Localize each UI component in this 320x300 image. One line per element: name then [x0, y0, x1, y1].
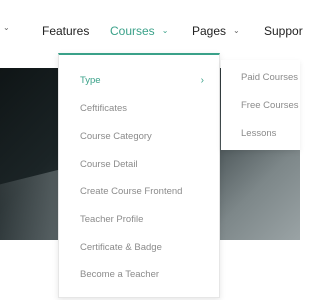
dropdown-item-certificates[interactable]: Ceftificates — [80, 103, 127, 114]
dropdown-item-label: Type — [80, 75, 101, 86]
nav-item-previous[interactable]: ⌄ — [3, 24, 10, 32]
dropdown-item-label: Course Category — [80, 131, 152, 142]
type-submenu: Paid Courses Free Courses Lessons — [221, 60, 300, 150]
dropdown-item-certificate-badge[interactable]: Certificate & Badge — [80, 242, 162, 253]
dropdown-item-teacher-profile[interactable]: Teacher Profile — [80, 214, 143, 225]
nav-item-label: Suppor — [264, 24, 303, 38]
nav-item-support[interactable]: Suppor — [264, 24, 303, 38]
submenu-item-label: Paid Courses — [241, 72, 299, 83]
dropdown-item-course-category[interactable]: Course Category — [80, 131, 152, 142]
dropdown-item-label: Create Course Frontend — [80, 186, 183, 197]
chevron-down-icon: ⌄ — [233, 26, 240, 35]
nav-item-label: Courses — [110, 24, 155, 38]
dropdown-item-label: Course Detail — [80, 159, 138, 170]
nav-item-label: Pages — [192, 24, 227, 38]
submenu-item-free-courses[interactable]: Free Courses — [241, 100, 299, 111]
chevron-down-icon: ⌄ — [3, 23, 10, 32]
dropdown-item-course-detail[interactable]: Course Detail — [80, 159, 138, 170]
dropdown-item-label: Become a Teacher — [80, 269, 160, 280]
dropdown-item-become-teacher[interactable]: Become a Teacher — [80, 269, 159, 280]
dropdown-item-label: Teacher Profile — [80, 214, 144, 225]
chevron-right-icon: › — [200, 75, 204, 86]
dropdown-item-label: Ceftificates — [80, 103, 127, 114]
chevron-down-icon: ⌄ — [161, 26, 169, 35]
submenu-item-label: Lessons — [241, 128, 277, 139]
submenu-item-paid-courses[interactable]: Paid Courses — [241, 72, 298, 83]
nav-item-courses[interactable]: Courses ⌄ — [110, 24, 168, 38]
dropdown-item-create-course-frontend[interactable]: Create Course Frontend — [80, 186, 182, 197]
dropdown-item-label: Certificate & Badge — [80, 242, 162, 253]
courses-dropdown-menu: Type › Ceftificates Course Category Cour… — [58, 53, 220, 298]
nav-item-label: Features — [42, 24, 90, 38]
dropdown-item-type[interactable]: Type › — [80, 75, 220, 86]
nav-item-pages[interactable]: Pages ⌄ — [192, 24, 240, 38]
nav-item-features[interactable]: Features — [42, 24, 89, 38]
submenu-item-label: Free Courses — [241, 100, 299, 111]
submenu-item-lessons[interactable]: Lessons — [241, 128, 276, 139]
